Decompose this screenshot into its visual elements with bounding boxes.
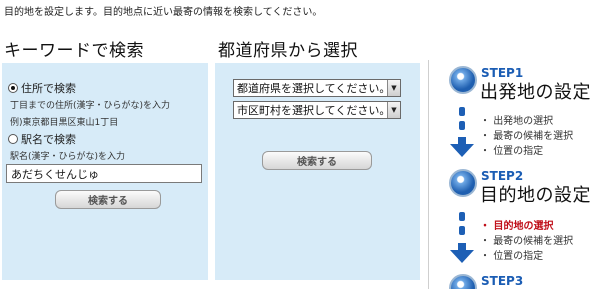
address-search-option[interactable]: 住所で検索 <box>8 80 76 96</box>
station-radio-label: 駅名で検索 <box>21 133 76 146</box>
address-radio-label: 住所で検索 <box>21 82 76 95</box>
station-radio[interactable] <box>8 134 18 144</box>
city-select-value: 市区町村を選択してください。 <box>237 104 391 117</box>
progress-dot-icon <box>459 226 465 235</box>
station-search-option[interactable]: 駅名で検索 <box>8 131 76 147</box>
progress-dot-icon <box>459 212 465 221</box>
step3-label: STEP3 <box>481 274 524 288</box>
arrow-down-icon <box>450 243 474 263</box>
prefecture-select-value: 都道府県を選択してください。 <box>237 82 391 95</box>
arrow-down-icon <box>450 137 474 157</box>
step1-title: 出発地の設定 <box>480 82 591 103</box>
keyword-input[interactable] <box>6 164 202 183</box>
city-select[interactable]: 市区町村を選択してください。 ▼ <box>233 101 401 119</box>
keyword-search-button[interactable]: 検索する <box>55 190 161 209</box>
step1-item: ・ 出発地の選択 <box>480 116 554 127</box>
region-search-button[interactable]: 検索する <box>262 151 372 170</box>
step3-icon <box>449 274 477 289</box>
region-select-heading: 都道府県から選択 <box>218 41 358 61</box>
divider <box>428 60 429 289</box>
step2-item-active: ・ 目的地の選択 <box>480 221 554 232</box>
step1-icon <box>449 66 477 94</box>
progress-dot-icon <box>459 107 465 116</box>
step2-item: ・ 位置の指定 <box>480 251 544 262</box>
step1-item: ・ 位置の指定 <box>480 146 544 157</box>
chevron-down-icon[interactable]: ▼ <box>387 102 400 118</box>
step2-title: 目的地の設定 <box>480 185 591 206</box>
intro-text: 目的地を設定します。目的地点に近い最寄の情報を検索してください。 <box>4 7 323 18</box>
region-select-panel: 都道府県を選択してください。 ▼ 市区町村を選択してください。 ▼ 検索する <box>215 63 420 280</box>
address-example: 例)東京都目黒区東山1丁目 <box>10 118 119 128</box>
step1-item: ・ 最寄の候補を選択 <box>480 131 574 142</box>
progress-dot-icon <box>459 121 465 130</box>
step2-icon <box>449 169 477 197</box>
keyword-search-heading: キーワードで検索 <box>4 41 144 61</box>
chevron-down-icon[interactable]: ▼ <box>387 80 400 96</box>
address-hint: 丁目までの住所(漢字・ひらがな)を入力 <box>10 101 171 111</box>
prefecture-select[interactable]: 都道府県を選択してください。 ▼ <box>233 79 401 97</box>
keyword-search-panel: 住所で検索 丁目までの住所(漢字・ひらがな)を入力 例)東京都目黒区東山1丁目 … <box>2 63 208 280</box>
station-hint: 駅名(漢字・ひらがな)を入力 <box>10 152 126 162</box>
step2-item: ・ 最寄の候補を選択 <box>480 236 574 247</box>
address-radio[interactable] <box>8 83 18 93</box>
